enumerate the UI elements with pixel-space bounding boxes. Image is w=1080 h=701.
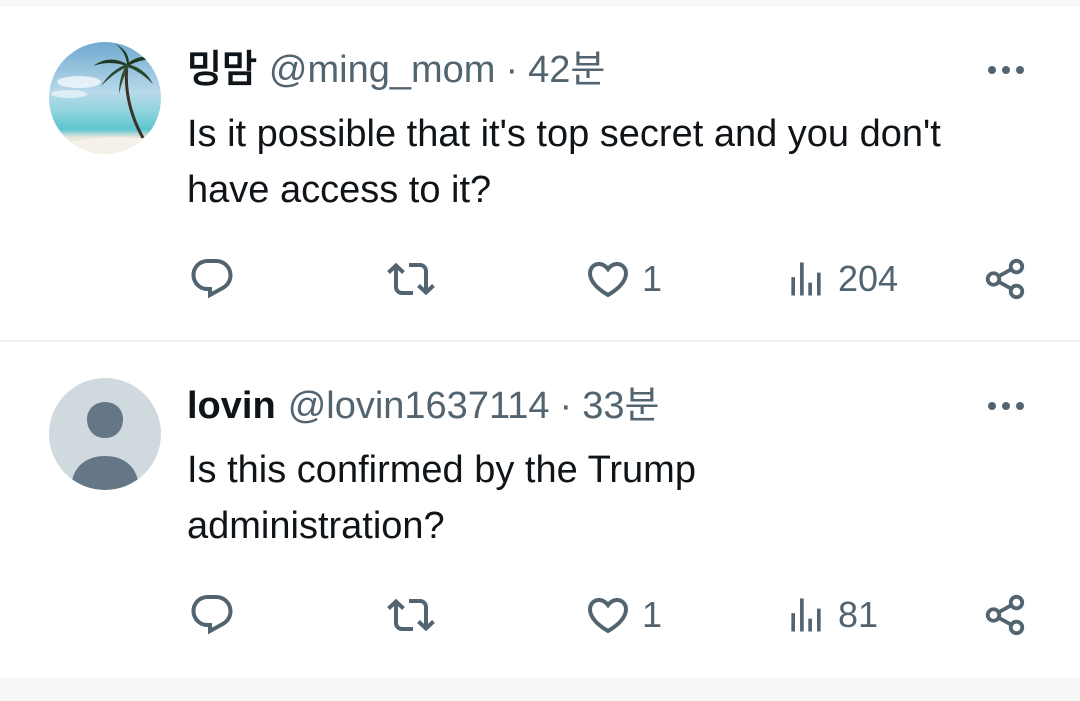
views-button[interactable]: 204 <box>784 255 898 303</box>
retweet-icon <box>387 262 435 296</box>
reply-tweet[interactable]: lovin @lovin1637114 · 33분 Is this confir… <box>0 342 1080 678</box>
views-icon <box>791 262 821 296</box>
reply-icon <box>191 595 233 635</box>
tweet-actions: 1 81 <box>0 342 1080 678</box>
retweet-button[interactable] <box>384 591 438 639</box>
like-count: 1 <box>642 258 663 299</box>
share-icon <box>985 258 1025 300</box>
view-count: 81 <box>838 594 879 635</box>
retweet-icon <box>387 598 435 632</box>
reply-tweet[interactable]: 밍맘 @ming_mom · 42분 Is it possible that i… <box>0 6 1080 342</box>
views-icon <box>791 598 821 632</box>
like-button[interactable]: 1 <box>584 255 662 303</box>
retweet-button[interactable] <box>384 255 438 303</box>
reply-icon <box>191 259 233 299</box>
reply-button[interactable] <box>188 255 236 303</box>
reply-feed: 밍맘 @ming_mom · 42분 Is it possible that i… <box>0 0 1080 701</box>
heart-icon <box>587 598 629 634</box>
like-button[interactable]: 1 <box>584 591 662 639</box>
share-button[interactable] <box>982 255 1028 303</box>
like-count: 1 <box>642 594 663 635</box>
share-button[interactable] <box>982 591 1028 639</box>
view-count: 204 <box>838 258 899 299</box>
reply-button[interactable] <box>188 591 236 639</box>
share-icon <box>985 594 1025 636</box>
views-button[interactable]: 81 <box>784 591 878 639</box>
tweet-actions: 1 204 <box>0 6 1080 342</box>
bottom-divider <box>0 678 1080 701</box>
heart-icon <box>587 262 629 298</box>
